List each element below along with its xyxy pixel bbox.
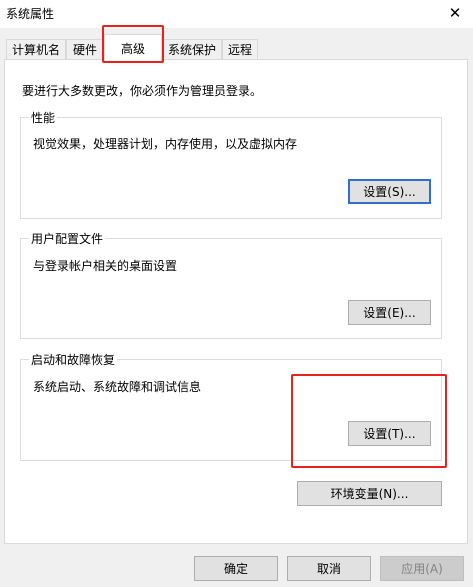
cancel-button[interactable]: 取消 xyxy=(287,556,371,581)
user-profiles-description: 与登录帐户相关的桌面设置 xyxy=(33,259,178,273)
close-icon[interactable]: ✕ xyxy=(443,2,467,24)
startup-recovery-group-label: 启动和故障恢复 xyxy=(29,351,118,368)
tab-computer-name[interactable]: 计算机名 xyxy=(6,39,66,59)
performance-description: 视觉效果，处理器计划，内存使用，以及虚拟内存 xyxy=(33,137,298,151)
ok-button[interactable]: 确定 xyxy=(194,556,278,581)
tab-hardware[interactable]: 硬件 xyxy=(66,39,104,59)
performance-group-label: 性能 xyxy=(29,109,58,126)
admin-note: 要进行大多数更改，你必须作为管理员登录。 xyxy=(22,84,263,98)
tab-label: 远程 xyxy=(227,43,252,57)
tab-label: 计算机名 xyxy=(11,43,60,57)
environment-variables-button[interactable]: 环境变量(N)... xyxy=(297,481,442,506)
performance-group: 性能 视觉效果，处理器计划，内存使用，以及虚拟内存 设置(S)... xyxy=(20,109,442,219)
apply-button[interactable]: 应用(A) xyxy=(380,556,464,581)
user-profiles-group-label: 用户配置文件 xyxy=(29,230,106,247)
performance-settings-button[interactable]: 设置(S)... xyxy=(348,179,431,204)
tab-remote[interactable]: 远程 xyxy=(222,39,258,59)
window-title: 系统属性 xyxy=(6,7,55,21)
startup-recovery-description: 系统启动、系统故障和调试信息 xyxy=(33,380,202,394)
startup-recovery-settings-button[interactable]: 设置(T)... xyxy=(348,421,431,446)
tab-label: 系统保护 xyxy=(167,43,216,57)
title-bar: 系统属性 ✕ xyxy=(0,0,473,28)
user-profiles-group: 用户配置文件 与登录帐户相关的桌面设置 设置(E)... xyxy=(20,230,442,339)
tab-advanced[interactable]: 高级 xyxy=(104,34,162,61)
tab-label: 硬件 xyxy=(72,43,97,57)
user-profiles-settings-button[interactable]: 设置(E)... xyxy=(348,300,431,325)
tab-system-protection[interactable]: 系统保护 xyxy=(162,39,222,59)
tab-label: 高级 xyxy=(120,41,145,56)
startup-recovery-group: 启动和故障恢复 系统启动、系统故障和调试信息 设置(T)... xyxy=(20,351,442,461)
